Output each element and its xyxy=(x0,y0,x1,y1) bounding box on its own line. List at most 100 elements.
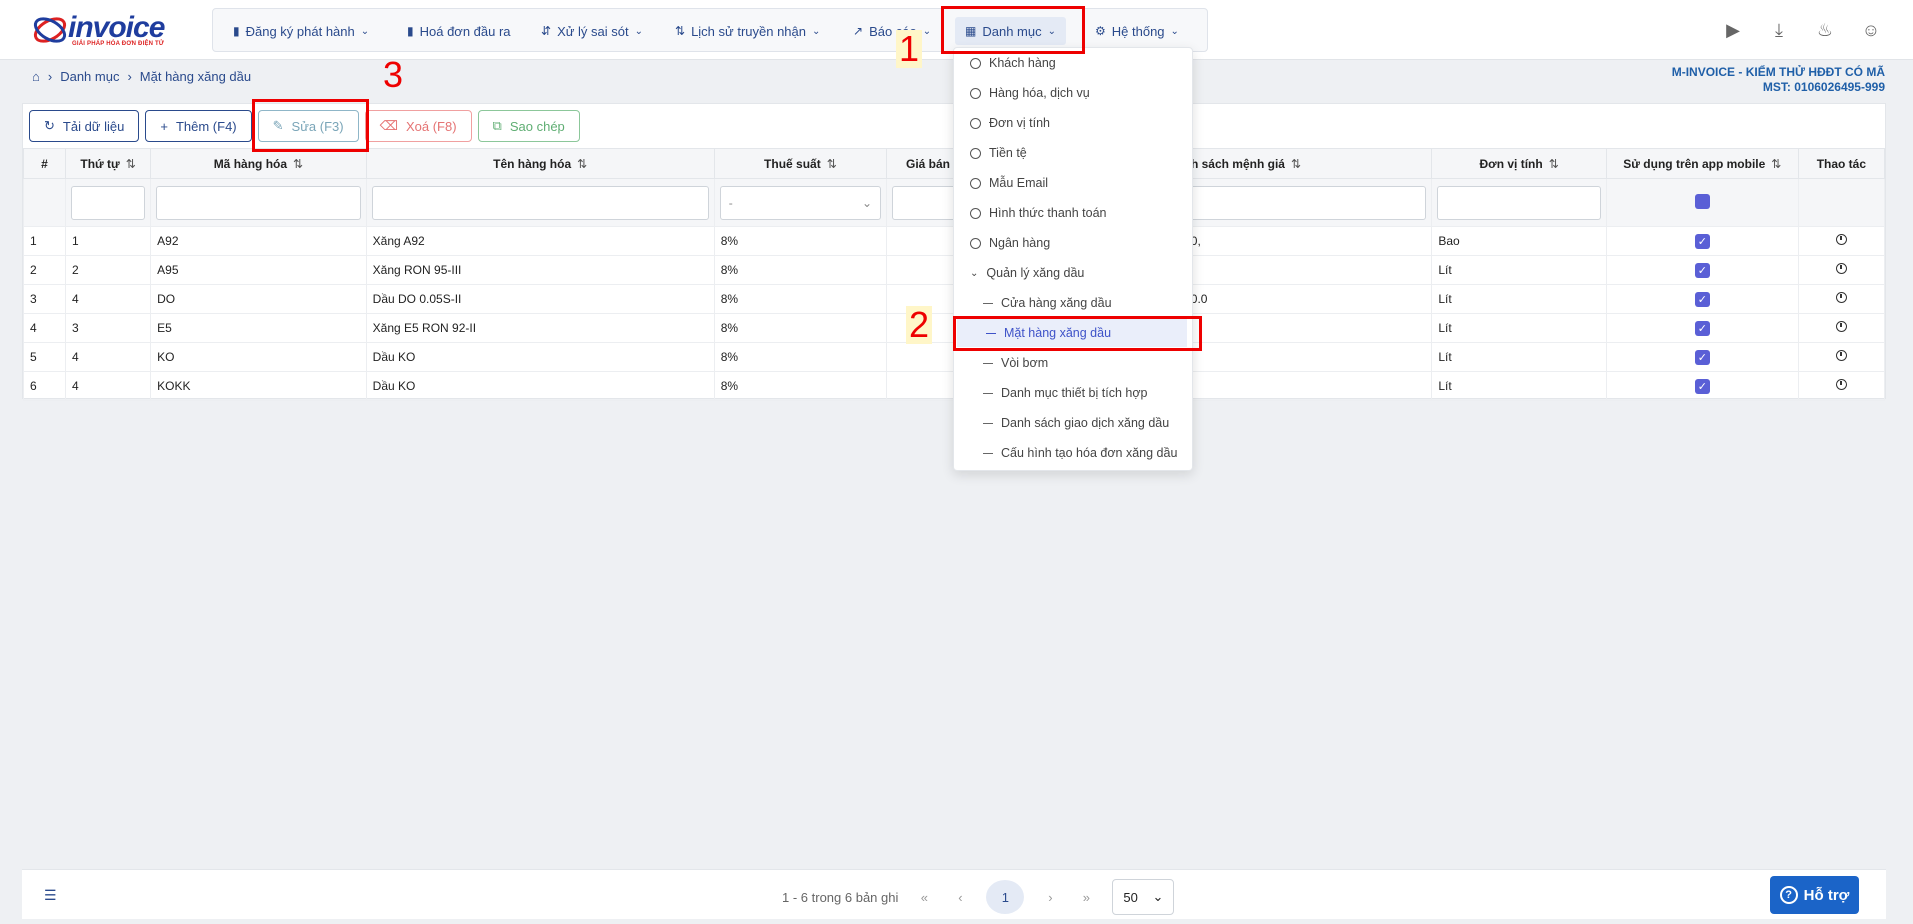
dash-icon xyxy=(983,452,993,454)
mobile-checkbox[interactable]: ✓ xyxy=(1694,291,1710,307)
cell-index: 2 xyxy=(22,255,67,285)
sort-icon: ⇅ xyxy=(1771,156,1782,171)
cell-code: DO xyxy=(150,284,367,314)
logo-tagline: GIẢI PHÁP HÓA ĐƠN ĐIỆN TỬ xyxy=(72,41,165,47)
chevron-down-icon: ⌄ xyxy=(634,25,644,37)
nav-dang-ky-phat-hanh[interactable]: ▮ Đăng ký phát hành ⌄ xyxy=(233,20,369,42)
circle-icon xyxy=(970,237,981,249)
circle-icon xyxy=(970,57,981,69)
menu-item-hinh-thuc-thanh-toan[interactable]: Hình thức thanh toán xyxy=(954,199,1194,227)
menu-item-voi-bom[interactable]: Vòi bơm xyxy=(954,349,1194,377)
breadcrumb-item-current: Mặt hàng xăng dầu xyxy=(139,69,252,84)
history-icon[interactable] xyxy=(1835,292,1847,303)
history-icon[interactable] xyxy=(1835,379,1847,390)
swap-icon: ⇵ xyxy=(541,24,552,38)
cell-order: 1 xyxy=(65,226,152,256)
logo[interactable]: invoice GIẢI PHÁP HÓA ĐƠN ĐIỆN TỬ xyxy=(32,10,172,50)
annotation-number-3: 3 xyxy=(383,54,404,95)
home-icon[interactable]: ⌂ xyxy=(32,69,40,84)
mobile-checkbox[interactable]: ✓ xyxy=(1694,349,1710,365)
cell-unit: Bao xyxy=(1431,226,1607,256)
company-tax-code: MST: 0106026495-999 xyxy=(1762,80,1885,94)
delete-button[interactable]: ⌫ Xoá (F8) xyxy=(364,110,472,142)
nav-xu-ly-sai-sot[interactable]: ⇵ Xử lý sai sót ⌄ xyxy=(541,20,643,42)
copy-label: Sao chép xyxy=(509,118,565,134)
col-header-order[interactable]: Thứ tự ⇅ xyxy=(65,148,152,179)
mobile-checkbox[interactable]: ✓ xyxy=(1694,378,1710,394)
menu-group-quan-ly-xang-dau[interactable]: ⌄ Quản lý xăng dầu xyxy=(954,259,1194,287)
next-page-icon[interactable]: › xyxy=(1040,890,1060,905)
menu-item-cau-hinh-hoa-don[interactable]: Cấu hình tạo hóa đơn xăng dầu xyxy=(954,439,1194,467)
help-label: Hỗ trợ xyxy=(1803,886,1850,904)
filter-code-input[interactable] xyxy=(156,185,361,220)
help-button[interactable]: ? Hỗ trợ xyxy=(1770,876,1859,914)
reload-label: Tải dữ liệu xyxy=(62,118,125,134)
bell-icon[interactable]: ♨ xyxy=(1813,18,1837,42)
nav-label: Hệ thống xyxy=(1111,23,1165,39)
youtube-icon[interactable]: ▶ xyxy=(1721,18,1745,42)
sort-icon: ⇅ xyxy=(577,156,588,171)
filter-mobile-checkbox[interactable] xyxy=(1694,193,1710,209)
nav-hoa-don-dau-ra[interactable]: ▮ Hoá đơn đầu ra xyxy=(407,20,511,42)
cell-index: 5 xyxy=(22,342,67,372)
menu-item-mau-email[interactable]: Mẫu Email xyxy=(954,169,1194,197)
filter-tax-select[interactable]: - ⌄ xyxy=(719,185,882,220)
col-header-name[interactable]: Tên hàng hóa ⇅ xyxy=(365,148,715,179)
page-size-select[interactable]: 50 ⌄ xyxy=(1112,879,1175,915)
cell-tax: 8% xyxy=(713,342,888,372)
doc-icon: ▮ xyxy=(233,24,240,38)
menu-item-cua-hang-xang-dau[interactable]: Cửa hàng xăng dầu xyxy=(954,289,1194,317)
annotation-number-2: 2 xyxy=(906,306,933,344)
history-icon[interactable] xyxy=(1835,234,1847,245)
list-icon[interactable]: ☰ xyxy=(44,887,57,904)
history-icon[interactable] xyxy=(1835,321,1847,332)
history-icon[interactable] xyxy=(1835,350,1847,361)
prev-page-icon[interactable]: ‹ xyxy=(950,890,970,905)
last-page-icon[interactable]: » xyxy=(1076,890,1096,905)
annotation-box-1 xyxy=(941,6,1085,54)
filter-order-input[interactable] xyxy=(71,185,146,220)
first-page-icon[interactable]: « xyxy=(914,890,934,905)
nav-lich-su-truyen-nhan[interactable]: ⇅ Lịch sử truyền nhận ⌄ xyxy=(675,20,820,42)
record-summary: 1 - 6 trong 6 bản ghi xyxy=(782,889,899,905)
mobile-checkbox[interactable]: ✓ xyxy=(1694,233,1710,249)
dash-icon xyxy=(983,422,993,424)
pager: 1 - 6 trong 6 bản ghi « ‹ 1 › » 50 ⌄ xyxy=(782,879,1175,915)
mobile-checkbox[interactable]: ✓ xyxy=(1694,262,1710,278)
gear-icon: ⚙ xyxy=(1095,24,1106,38)
col-header-mobile[interactable]: Sử dụng trên app mobile ⇅ xyxy=(1605,148,1799,179)
copy-button[interactable]: ⧉ Sao chép xyxy=(477,110,580,142)
filter-name-input[interactable] xyxy=(371,185,709,220)
breadcrumb: ⌂ › Danh mục › Mặt hàng xăng dầu xyxy=(32,69,251,84)
current-page[interactable]: 1 xyxy=(986,880,1025,914)
refresh-icon: ↻ xyxy=(44,118,55,133)
cell-name: Xăng E5 RON 92-II xyxy=(365,313,715,343)
menu-item-giao-dich-xang-dau[interactable]: Danh sách giao dịch xăng dầu xyxy=(954,409,1194,437)
reload-button[interactable]: ↻ Tải dữ liệu xyxy=(29,110,140,142)
cell-index: 6 xyxy=(22,371,67,401)
cell-tax: 8% xyxy=(713,226,888,256)
menu-item-don-vi-tinh[interactable]: Đơn vị tính xyxy=(954,109,1194,137)
add-button[interactable]: + Thêm (F4) xyxy=(145,110,252,142)
col-header-code[interactable]: Mã hàng hóa ⇅ xyxy=(150,148,367,179)
nav-he-thong[interactable]: ⚙ Hệ thống ⌄ xyxy=(1095,20,1179,42)
circle-icon xyxy=(970,87,981,99)
download-icon[interactable]: ⤓ xyxy=(1767,18,1791,42)
chevron-down-icon: ⌄ xyxy=(360,25,370,37)
filter-unit-input[interactable] xyxy=(1437,185,1601,220)
cell-unit: Lít xyxy=(1431,342,1607,372)
menu-item-thiet-bi-tich-hop[interactable]: Danh mục thiết bị tích hợp xyxy=(954,379,1194,407)
cell-order: 4 xyxy=(65,371,152,401)
menu-item-hang-hoa[interactable]: Hàng hóa, dịch vụ xyxy=(954,79,1194,107)
circle-icon xyxy=(970,177,981,189)
mobile-checkbox[interactable]: ✓ xyxy=(1694,320,1710,336)
menu-item-tien-te[interactable]: Tiền tệ xyxy=(954,139,1194,167)
menu-item-ngan-hang[interactable]: Ngân hàng xyxy=(954,229,1194,257)
breadcrumb-item[interactable]: Danh mục xyxy=(60,69,119,84)
col-header-tax[interactable]: Thuế suất ⇅ xyxy=(713,148,888,179)
col-header-unit[interactable]: Đơn vị tính ⇅ xyxy=(1431,148,1607,179)
chart-icon: ↗ xyxy=(853,24,864,38)
cell-code: KOKK xyxy=(150,371,367,401)
user-icon[interactable]: ☺ xyxy=(1859,18,1883,42)
history-icon[interactable] xyxy=(1835,263,1847,274)
